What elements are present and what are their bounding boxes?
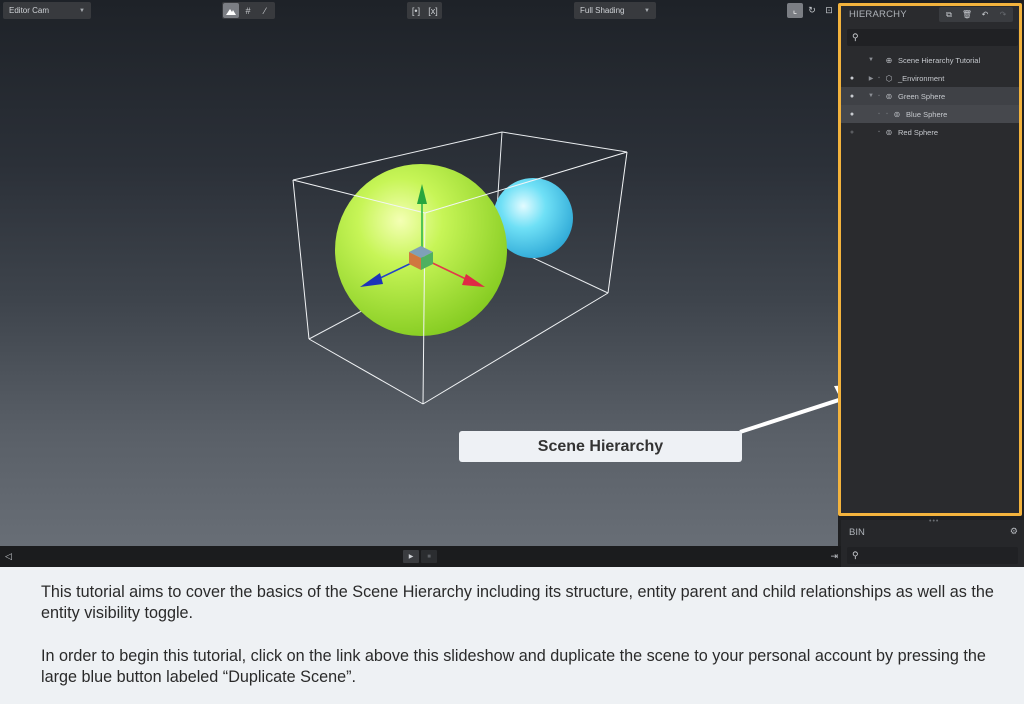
callout-label: Scene Hierarchy [459,431,742,462]
camera-dropdown[interactable]: Editor Cam ▼ [3,2,91,19]
shading-dropdown-label: Full Shading [580,6,625,15]
gear-icon[interactable]: ⚙ [1010,526,1018,537]
resize-grip-icon[interactable]: ••• [929,518,939,525]
bottom-toolbar: ◁ ▶ ■ ⇥ [0,546,841,567]
editor-app: Editor Cam ▼ # ⁄ [•] [x] Full Shading ▼ … [0,0,1024,567]
entity-icon: ⊚ [893,109,901,119]
bin-panel: ••• BIN ⚙ ⚲ [841,518,1024,567]
entity-icon: ⊚ [885,127,893,137]
scene-tool-button[interactable] [223,3,239,18]
undo-icon: ↶ [981,10,989,19]
playback-controls: ▶ ■ [403,550,437,563]
hierarchy-tree: ▼ ⊕ Scene Hierarchy Tutorial ● ▶ ▪ ⬡ _En… [841,51,1019,141]
tree-item-red-sphere[interactable]: ● ▪ ⊚ Red Sphere [841,123,1019,141]
tree-item-label: Blue Sphere [906,109,948,119]
entity-icon: ⊚ [885,91,893,101]
collapse-arrow-icon[interactable]: ▶ [867,75,875,82]
tree-item-root[interactable]: ▼ ⊕ Scene Hierarchy Tutorial [841,51,1019,69]
callout-arrow [739,385,838,434]
tutorial-description: This tutorial aims to cover the basics o… [41,582,1001,688]
camera-dropdown-label: Editor Cam [9,6,50,15]
grid-icon: # [245,5,251,16]
chevron-down-icon: ▼ [79,7,85,14]
magic-tool-button[interactable]: ⁄ [257,3,273,18]
hierarchy-title: HIERARCHY [849,9,907,20]
hierarchy-header: HIERARCHY ⧉ 🗑 ↶ ↷ [841,6,1019,23]
stop-button[interactable]: ■ [421,550,437,563]
scale-mode-button[interactable]: ⊡ [821,3,837,18]
expand-arrow-icon[interactable]: ▼ [867,57,875,63]
tree-item-label: Scene Hierarchy Tutorial [898,55,981,65]
rotate-mode-button[interactable]: ↻ [804,3,820,18]
search-icon: ⚲ [852,550,859,560]
grid-toggle-button[interactable]: # [240,3,256,18]
globe-icon: ⊕ [885,55,893,65]
focus-selection-button[interactable]: [•] [408,3,424,18]
scene-canvas[interactable] [0,0,838,546]
eye-hidden-icon[interactable]: ● [847,129,857,136]
focus-icon: [•] [411,5,421,16]
hierarchy-toolbar: ⧉ 🗑 ↶ ↷ [939,7,1013,22]
collapse-right-icon[interactable]: ⇥ [830,551,838,562]
tree-item-label: Green Sphere [898,91,946,101]
eye-icon[interactable]: ● [847,93,857,100]
tree-item-label: Red Sphere [898,127,939,137]
rotate-icon: ↻ [808,5,816,15]
description-paragraph-2: In order to begin this tutorial, click o… [41,647,986,686]
expand-arrow-icon[interactable]: ▼ [867,93,875,99]
tree-item-green-sphere[interactable]: ● ▼ ▪ ⊚ Green Sphere [841,87,1019,105]
redo-button[interactable]: ↷ [995,8,1011,21]
bin-title: BIN [849,527,865,538]
delete-button[interactable]: 🗑 [959,8,975,21]
hierarchy-panel: HIERARCHY ⧉ 🗑 ↶ ↷ ⚲ ▼ ⊕ Scene Hierarchy … [838,3,1022,516]
copy-icon: ⧉ [946,9,952,19]
collapse-left-icon[interactable]: ◁ [5,551,12,562]
hierarchy-search-input[interactable]: ⚲ [847,29,1018,46]
bin-search-input[interactable]: ⚲ [847,547,1018,564]
center-tool-group: [•] [x] [407,2,442,19]
search-icon: ⚲ [852,32,859,42]
hexagon-icon: ⬡ [885,73,893,83]
move-icon: ⌞ [792,5,798,15]
mountain-icon [226,9,236,15]
stop-icon: ■ [427,553,431,560]
undo-button[interactable]: ↶ [977,8,993,21]
duplicate-button[interactable]: ⧉ [941,8,957,21]
eye-icon[interactable]: ● [847,111,857,118]
tree-item-label: _Environment [898,73,945,83]
play-button[interactable]: ▶ [403,550,419,563]
transform-mode-group: ⌞ ↻ ⊡ [786,2,838,19]
description-paragraph-1: This tutorial aims to cover the basics o… [41,583,994,622]
redo-icon: ↷ [999,10,1007,19]
gizmo-tool-group: # ⁄ [222,2,275,19]
shading-dropdown[interactable]: Full Shading ▼ [574,2,656,19]
tree-item-environment[interactable]: ● ▶ ▪ ⬡ _Environment [841,69,1019,87]
scale-icon: ⊡ [825,5,833,15]
chevron-down-icon: ▼ [644,7,650,14]
trash-icon: 🗑 [961,10,973,19]
frame-selection-button[interactable]: [x] [425,3,441,18]
translate-mode-button[interactable]: ⌞ [787,3,803,18]
wand-icon: ⁄ [264,5,266,16]
eye-icon[interactable]: ● [847,75,857,82]
viewport-3d[interactable]: Editor Cam ▼ # ⁄ [•] [x] Full Shading ▼ … [0,0,838,546]
tree-item-blue-sphere[interactable]: ● ▪ ▪ ⊚ Blue Sphere [841,105,1019,123]
frame-icon: [x] [428,5,438,16]
play-icon: ▶ [408,554,414,560]
